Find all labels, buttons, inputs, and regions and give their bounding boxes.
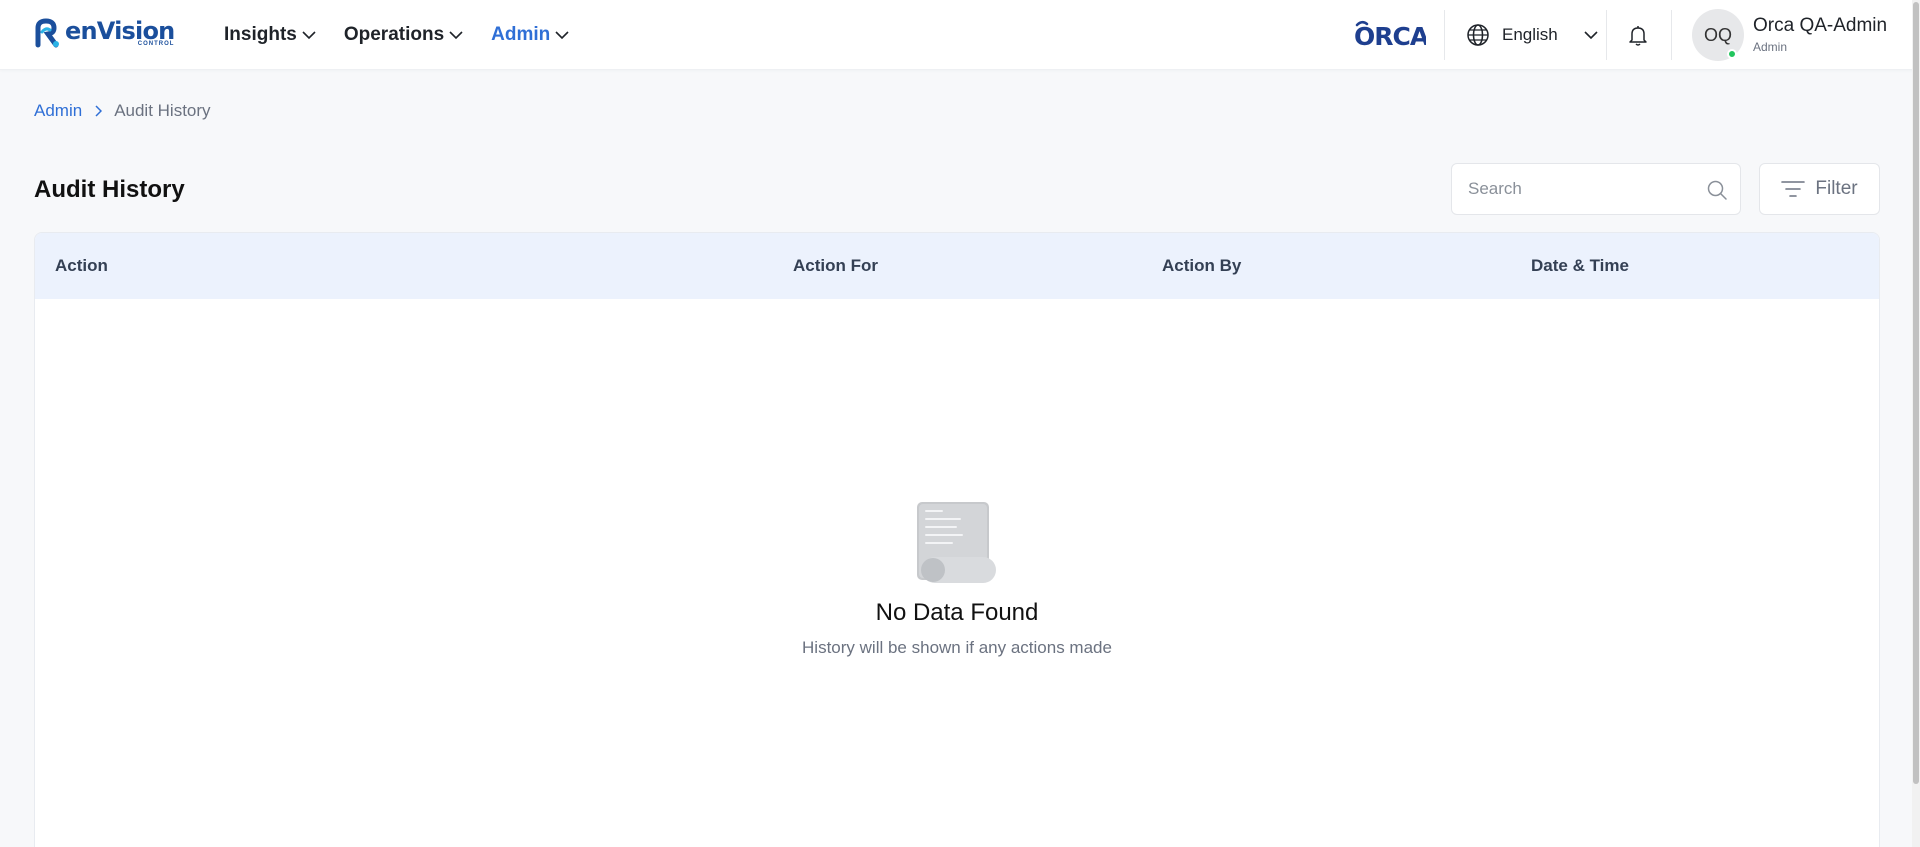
envision-logo[interactable]: enVision CONTROL: [34, 18, 175, 52]
user-name[interactable]: Orca QA-Admin: [1753, 15, 1887, 37]
nav-insights[interactable]: Insights: [224, 24, 316, 46]
chevron-down-icon: [302, 31, 316, 40]
chevron-down-icon: [1584, 31, 1598, 40]
header-divider: [1606, 10, 1607, 60]
breadcrumb-admin-link[interactable]: Admin: [34, 101, 82, 121]
nav-operations-label: Operations: [343, 24, 445, 45]
chevron-down-icon: [555, 31, 569, 40]
brand-subtitle: CONTROL: [137, 41, 175, 47]
header-divider: [1444, 10, 1445, 60]
notification-bell-icon[interactable]: [1626, 23, 1650, 47]
table-header-row: Action Action For Action By Date & Time: [35, 233, 1879, 299]
top-navigation-bar: enVision CONTROL Insights Operations Adm…: [0, 0, 1920, 70]
header-divider: [1671, 10, 1672, 60]
avatar-initials: OQ: [1703, 24, 1732, 45]
orca-logo-text: ORCA: [1354, 22, 1426, 50]
empty-state-title: No Data Found: [875, 599, 1039, 626]
envision-logo-mark-icon: [35, 18, 59, 48]
column-header-action-for[interactable]: Action For: [793, 233, 878, 299]
breadcrumb: Admin Audit History: [34, 101, 211, 121]
online-status-indicator: [1727, 49, 1737, 59]
chevron-down-icon: [449, 31, 463, 40]
audit-history-table: Action Action For Action By Date & Time …: [34, 232, 1880, 847]
main-nav: Insights Operations Admin: [224, 0, 597, 70]
language-label: English: [1502, 25, 1558, 44]
nav-admin[interactable]: Admin: [491, 24, 569, 46]
language-selector[interactable]: English: [1466, 0, 1598, 70]
empty-state: No Data Found History will be shown if a…: [35, 501, 1879, 658]
search-box: [1451, 163, 1741, 215]
page-title: Audit History: [34, 176, 185, 203]
filter-label: Filter: [1815, 178, 1858, 199]
breadcrumb-current: Audit History: [114, 101, 211, 120]
page-scrollbar-thumb[interactable]: [1913, 2, 1919, 784]
search-icon[interactable]: [1706, 179, 1728, 201]
column-header-action[interactable]: Action: [55, 233, 108, 299]
nav-operations[interactable]: Operations: [344, 24, 463, 46]
orca-logo-icon: ORCA: [1354, 21, 1426, 50]
chevron-right-icon: [94, 105, 103, 117]
empty-document-scroll-icon: [917, 502, 996, 583]
filter-icon: [1781, 181, 1806, 197]
search-input[interactable]: [1452, 164, 1702, 214]
nav-insights-label: Insights: [224, 24, 297, 45]
user-role: Admin: [1753, 40, 1788, 54]
column-header-date-time[interactable]: Date & Time: [1531, 233, 1629, 299]
empty-state-subtitle: History will be shown if any actions mad…: [802, 638, 1112, 657]
nav-admin-label: Admin: [491, 24, 551, 45]
column-header-action-by[interactable]: Action By: [1162, 233, 1241, 299]
globe-icon: [1467, 24, 1489, 46]
filter-button[interactable]: Filter: [1759, 163, 1880, 215]
